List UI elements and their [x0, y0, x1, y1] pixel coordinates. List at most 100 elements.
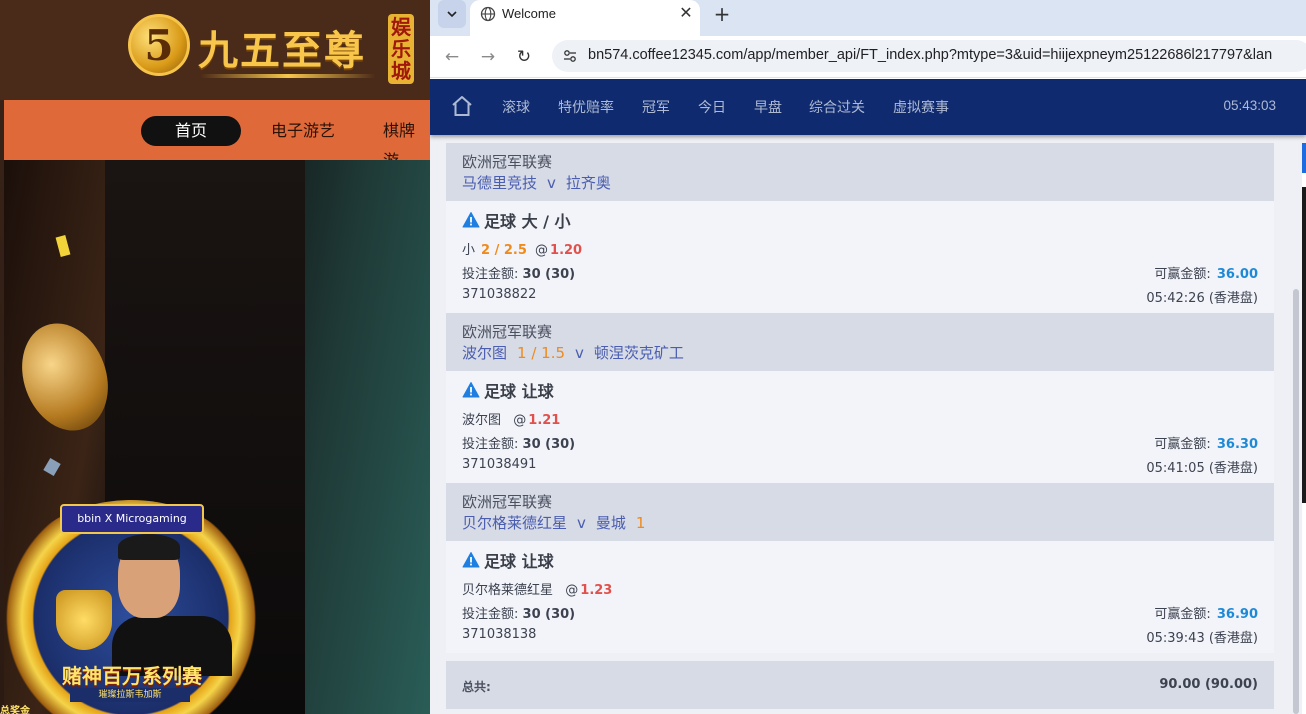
league-name: 欧洲冠军联赛: [462, 323, 553, 341]
warning-icon: [462, 552, 480, 568]
ticket-row: 371038138 05:39:43 (香港盘): [462, 627, 1258, 646]
bet-type: 足球 让球: [484, 382, 554, 401]
promo-footer: 总奖金: [0, 706, 30, 714]
background-casino-site: 5 九五至尊 娱乐城 首页 电子游艺 棋牌游 bbin X Microgamin…: [0, 0, 430, 714]
tab-search-button[interactable]: [438, 0, 466, 28]
bet-type: 足球 大 / 小: [484, 212, 571, 231]
match-teams: 波尔图 1 / 1.5 v 顿涅茨克矿工: [462, 342, 1258, 364]
selection: 贝尔格莱德红星: [462, 583, 554, 598]
stake-amount: 30 (30): [522, 607, 576, 622]
scrollbar-thumb[interactable]: [1293, 289, 1299, 714]
casino-logo-tag: 娱乐城: [388, 14, 414, 84]
promo-person-hair: [118, 534, 180, 560]
ticket-row: 371038822 05:42:26 (香港盘): [462, 287, 1258, 306]
nav-early[interactable]: 早盘: [754, 97, 782, 117]
stake-amount: 30 (30): [522, 267, 576, 282]
nav-virtual[interactable]: 虚拟赛事: [893, 97, 949, 117]
chevron-down-icon: [447, 11, 457, 18]
selection: 小: [462, 243, 476, 258]
at-sign: @: [535, 243, 549, 258]
ticket-id: 371038822: [462, 287, 537, 302]
bet-time: 05:42:26 (香港盘): [1146, 291, 1258, 306]
total-label: 总共:: [462, 680, 491, 694]
nav-today[interactable]: 今日: [698, 97, 726, 117]
win-group: 可赢金额: 36.30: [1154, 433, 1258, 452]
odds: 1.23: [580, 583, 613, 598]
adjacent-window-panel: [1302, 187, 1306, 503]
globe-icon: [480, 6, 496, 22]
vs-label: v: [577, 514, 586, 532]
vs-label: v: [575, 344, 584, 362]
selection-line: 波尔图 @1.21: [462, 409, 1258, 428]
win-label: 可赢金额:: [1154, 437, 1211, 452]
win-label: 可赢金额:: [1154, 607, 1211, 622]
stake-label: 投注金额:: [462, 437, 519, 452]
tune-icon[interactable]: [562, 48, 578, 64]
match-teams: 马德里竞技 v 拉齐奥: [462, 172, 1258, 194]
home-icon[interactable]: [450, 94, 474, 118]
win-amount: 36.00: [1216, 267, 1258, 282]
warning-icon: [462, 382, 480, 398]
total-row: 总共: 90.00 (90.00): [446, 661, 1274, 709]
promo-title: 赌神百万系列赛: [62, 664, 202, 688]
win-amount: 36.30: [1216, 437, 1258, 452]
reload-button[interactable]: ↻: [510, 44, 538, 72]
clock: 05:43:03: [1223, 98, 1276, 113]
handicap-value: 1: [635, 514, 646, 532]
selection-line: 贝尔格莱德红星 @1.23: [462, 579, 1258, 598]
bet-time: 05:41:05 (香港盘): [1146, 461, 1258, 476]
sportsbook-nav-bar: 滚球 特优赔率 冠军 今日 早盘 综合过关 虚拟赛事 05:43:03: [430, 79, 1306, 135]
match-header: 欧洲冠军联赛 波尔图 1 / 1.5 v 顿涅茨克矿工: [446, 313, 1274, 371]
bet-type-row: 足球 大 / 小: [462, 209, 1258, 231]
bet-card: 欧洲冠军联赛 贝尔格莱德红星 v 曼城 1 足球 让球 贝尔格莱德红星 @1.23 投…: [446, 483, 1274, 653]
vs-label: v: [547, 174, 556, 192]
bet-details: 足球 让球 波尔图 @1.21 投注金额: 30 (30) 可赢金额: 36.3…: [446, 371, 1274, 483]
browser-toolbar: ← → ↻ bn574.coffee12345.com/app/member_a…: [430, 36, 1306, 78]
bet-type-row: 足球 让球: [462, 549, 1258, 571]
web-page: 滚球 特优赔率 冠军 今日 早盘 综合过关 虚拟赛事 05:43:03 欧洲冠军…: [430, 79, 1306, 714]
ticket-id: 371038491: [462, 457, 537, 472]
casino-logo-text[interactable]: 九五至尊: [198, 18, 366, 76]
browser-tab[interactable]: Welcome ✕: [470, 0, 700, 36]
bet-card: 欧洲冠军联赛 马德里竞技 v 拉齐奥 足球 大 / 小 小 2 / 2.5 @1.20…: [446, 143, 1274, 313]
casino-logo-emblem[interactable]: 5: [128, 14, 190, 76]
odds: 1.20: [550, 243, 583, 258]
bet-details: 足球 大 / 小 小 2 / 2.5 @1.20 投注金额: 30 (30) 可赢…: [446, 201, 1274, 313]
address-bar[interactable]: bn574.coffee12345.com/app/member_api/FT_…: [552, 40, 1306, 72]
win-group: 可赢金额: 36.90: [1154, 603, 1258, 622]
warning-icon: [462, 212, 480, 228]
close-tab-icon[interactable]: ✕: [676, 3, 696, 23]
nav-live[interactable]: 滚球: [502, 97, 530, 117]
home-team: 贝尔格莱德红星: [462, 514, 568, 532]
nav-parlay[interactable]: 综合过关: [809, 97, 865, 117]
back-button[interactable]: ←: [438, 44, 466, 72]
nav-special-odds[interactable]: 特优赔率: [558, 97, 614, 117]
amount-row: 投注金额: 30 (30) 可赢金额: 36.90: [462, 603, 1258, 622]
bet-type-row: 足球 让球: [462, 379, 1258, 401]
logo-ornament: [200, 74, 376, 78]
forward-button[interactable]: →: [474, 44, 502, 72]
new-tab-button[interactable]: +: [710, 3, 734, 27]
amount-row: 投注金额: 30 (30) 可赢金额: 36.30: [462, 433, 1258, 452]
match-header: 欧洲冠军联赛 贝尔格莱德红星 v 曼城 1: [446, 483, 1274, 541]
away-team: 顿涅茨克矿工: [593, 344, 684, 362]
away-team: 拉齐奥: [565, 174, 611, 192]
bet-details: 足球 让球 贝尔格莱德红星 @1.23 投注金额: 30 (30) 可赢金额: …: [446, 541, 1274, 653]
nav-outright[interactable]: 冠军: [642, 97, 670, 117]
url-text[interactable]: bn574.coffee12345.com/app/member_api/FT_…: [588, 47, 1272, 63]
casino-nav-cards[interactable]: 棋牌游: [383, 116, 430, 170]
odds: 1.21: [528, 413, 561, 428]
selection-line: 小 2 / 2.5 @1.20: [462, 239, 1258, 258]
bet-time: 05:39:43 (香港盘): [1146, 631, 1258, 646]
away-team: 曼城: [595, 514, 626, 532]
win-label: 可赢金额:: [1154, 267, 1211, 282]
match-header: 欧洲冠军联赛 马德里竞技 v 拉齐奥: [446, 143, 1274, 201]
ticket-id: 371038138: [462, 627, 537, 642]
casino-nav-home[interactable]: 首页: [141, 116, 241, 146]
home-team: 马德里竞技: [462, 174, 538, 192]
tab-title: Welcome: [502, 6, 556, 21]
league-name: 欧洲冠军联赛: [462, 493, 553, 511]
amount-row: 投注金额: 30 (30) 可赢金额: 36.00: [462, 263, 1258, 282]
total-value: 90.00 (90.00): [1159, 677, 1258, 692]
casino-nav-slots[interactable]: 电子游艺: [271, 116, 335, 146]
